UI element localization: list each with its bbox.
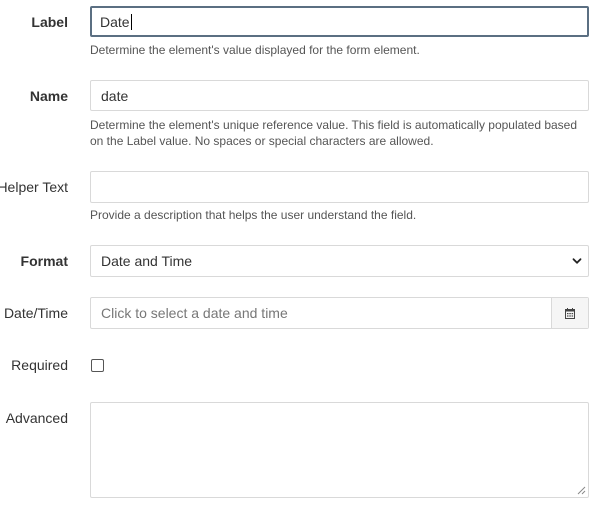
name-input[interactable]: date — [90, 80, 589, 111]
chevron-down-icon — [572, 258, 582, 264]
label-input[interactable]: Date — [90, 6, 589, 37]
format-select-value: Date and Time — [101, 253, 193, 269]
calendar-icon — [565, 307, 575, 319]
label-help-text: Determine the element's value displayed … — [90, 43, 420, 57]
text-cursor — [130, 13, 132, 30]
date-time-placeholder: Click to select a date and time — [101, 305, 288, 321]
name-help-text-line-1: Determine the element's unique reference… — [90, 118, 578, 132]
date-time-input[interactable]: Click to select a date and time — [90, 297, 589, 329]
advanced-field-label: Advanced — [5, 410, 68, 426]
resize-handle-icon[interactable] — [577, 486, 586, 495]
name-field-label: Name — [29, 88, 68, 104]
name-help-text-line-2: on the Label value. No spaces or special… — [90, 134, 434, 148]
label-field-label: Label — [31, 14, 68, 30]
required-field-label: Required — [11, 357, 68, 373]
helper-text-help-text: Provide a description that helps the use… — [90, 208, 417, 222]
name-input-value: date — [101, 87, 129, 104]
helper-text-field-label: Helper Text — [0, 179, 68, 195]
date-picker-button[interactable] — [551, 298, 588, 328]
advanced-textarea[interactable] — [90, 402, 589, 498]
helper-text-input[interactable] — [90, 171, 589, 203]
format-select[interactable]: Date and Time — [90, 245, 589, 277]
label-input-value: Date — [100, 13, 130, 30]
format-field-label: Format — [20, 253, 68, 269]
date-time-field-label: Date/Time — [3, 305, 68, 321]
required-checkbox[interactable] — [91, 359, 104, 372]
